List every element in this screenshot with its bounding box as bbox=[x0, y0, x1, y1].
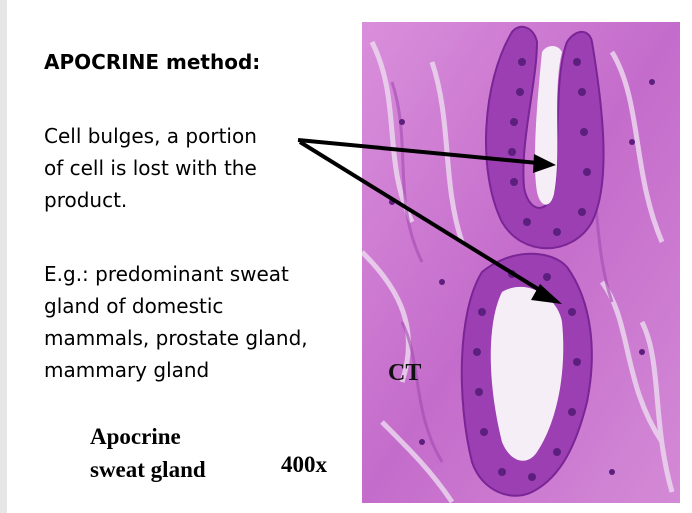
arrowhead-upper bbox=[533, 154, 556, 173]
arrow-to-lower-gland bbox=[298, 140, 548, 296]
arrow-to-upper-gland bbox=[297, 138, 539, 165]
annotation-arrows bbox=[297, 138, 562, 304]
